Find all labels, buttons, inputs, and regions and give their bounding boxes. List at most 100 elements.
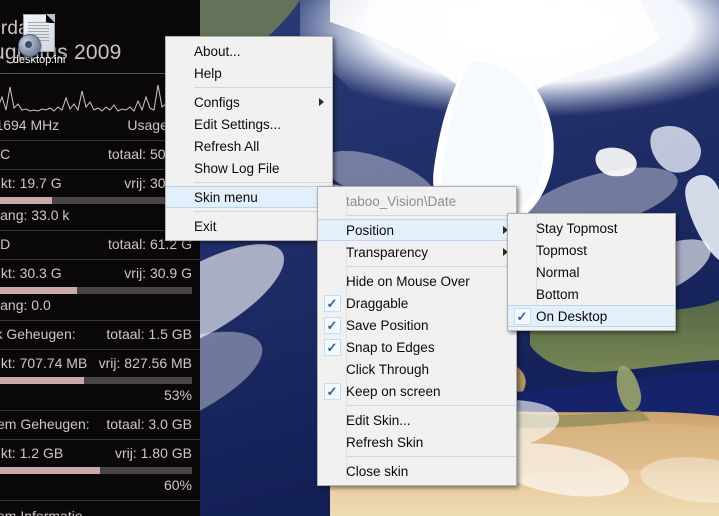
menu-item-draggable[interactable]: ✓ Draggable xyxy=(318,292,516,314)
physical-memory-bar xyxy=(0,377,192,384)
desktop-icon-desktop-ini[interactable]: desktop.ini xyxy=(2,14,76,66)
menu-item-exit[interactable]: Exit xyxy=(166,215,332,237)
system-memory-percent-row: 0% 60% xyxy=(0,475,200,497)
context-menu-main[interactable]: About... Help Configs Edit Settings... R… xyxy=(165,36,333,241)
menu-gutter xyxy=(508,239,536,261)
divider xyxy=(0,259,200,260)
disk-c-bar xyxy=(0,197,192,204)
menu-item-click-through[interactable]: Click Through xyxy=(318,358,516,380)
menu-item-snap-to-edges[interactable]: ✓ Snap to Edges xyxy=(318,336,516,358)
menu-separator xyxy=(346,405,516,406)
disk-d-transfer-row: Overgang: 0.0 xyxy=(0,295,200,317)
cpu-label: CPU 1694 MHz xyxy=(0,117,60,133)
menu-gutter xyxy=(318,431,346,453)
menu-item-label: Refresh Skin xyxy=(346,434,424,450)
context-menu-position[interactable]: Stay Topmost Topmost Normal Bottom ✓ On … xyxy=(507,213,676,331)
physical-memory-title: Fysiek Geheugen: xyxy=(0,326,76,342)
menu-item-label: Configs xyxy=(194,94,240,110)
physical-memory-total: totaal: 1.5 GB xyxy=(106,326,192,342)
physical-memory-percent-row: 0% 53% xyxy=(0,385,200,407)
disk-c-name: Schijf C xyxy=(0,146,11,162)
menu-gutter xyxy=(318,220,346,240)
context-menu-skin[interactable]: taboo_Vision\Date Position Transparency … xyxy=(317,186,517,486)
system-memory-percent: 60% xyxy=(163,477,192,493)
menu-gutter: ✓ xyxy=(318,336,346,358)
menu-item-label: Draggable xyxy=(346,295,409,311)
menu-item-label: Show Log File xyxy=(194,160,280,176)
menu-item-help[interactable]: Help xyxy=(166,62,332,84)
checkmark-icon: ✓ xyxy=(323,382,341,400)
menu-item-save-position[interactable]: ✓ Save Position xyxy=(318,314,516,336)
menu-item-label: taboo_Vision\Date xyxy=(346,193,457,209)
menu-item-label: Refresh All xyxy=(194,138,260,154)
system-info-title: Systeem Informatie xyxy=(0,508,83,516)
checkmark-icon: ✓ xyxy=(323,294,341,312)
system-memory-title: Systeem Geheugen: xyxy=(0,416,90,432)
menu-item-topmost[interactable]: Topmost xyxy=(508,239,675,261)
menu-item-show-log-file[interactable]: Show Log File xyxy=(166,157,332,179)
menu-gutter xyxy=(166,157,194,179)
desktop-screen: Zaterdag 1 Augustus 2009 CPU 1694 MHz Us… xyxy=(0,0,719,516)
menu-item-configs[interactable]: Configs xyxy=(166,91,332,113)
menu-item-label: Edit Settings... xyxy=(194,116,282,132)
menu-item-edit-settings[interactable]: Edit Settings... xyxy=(166,113,332,135)
physical-memory-percent: 53% xyxy=(163,387,192,403)
menu-item-label: Hide on Mouse Over xyxy=(346,273,470,289)
menu-separator xyxy=(194,87,332,88)
disk-d-free: vrij: 30.9 G xyxy=(124,265,192,281)
menu-item-edit-skin[interactable]: Edit Skin... xyxy=(318,409,516,431)
system-memory-bar xyxy=(0,467,192,474)
menu-item-normal[interactable]: Normal xyxy=(508,261,675,283)
menu-gutter xyxy=(318,270,346,292)
menu-item-refresh-all[interactable]: Refresh All xyxy=(166,135,332,157)
menu-gutter xyxy=(508,261,536,283)
menu-gutter: ✓ xyxy=(318,292,346,314)
menu-item-label: On Desktop xyxy=(536,308,608,324)
disk-d-used: gebruikt: 30.3 G xyxy=(0,265,62,281)
menu-item-label: Bottom xyxy=(536,286,579,302)
menu-item-label: Position xyxy=(346,222,395,238)
menu-gutter xyxy=(166,135,194,157)
menu-item-bottom[interactable]: Bottom xyxy=(508,283,675,305)
menu-gutter xyxy=(318,358,346,380)
menu-separator xyxy=(346,215,516,216)
menu-item-keep-on-screen[interactable]: ✓ Keep on screen xyxy=(318,380,516,402)
disk-d-bar xyxy=(0,287,192,294)
menu-item-on-desktop[interactable]: ✓ On Desktop xyxy=(508,305,675,327)
menu-item-label: Close skin xyxy=(346,463,409,479)
menu-item-hide-on-mouse-over[interactable]: Hide on Mouse Over xyxy=(318,270,516,292)
disk-d-name: Schijf D xyxy=(0,236,11,252)
divider xyxy=(0,320,200,321)
menu-gutter: ✓ xyxy=(318,380,346,402)
menu-item-stay-topmost[interactable]: Stay Topmost xyxy=(508,217,675,239)
menu-item-label: Stay Topmost xyxy=(536,220,618,236)
physical-memory-header-row: Fysiek Geheugen: totaal: 1.5 GB xyxy=(0,324,200,346)
disk-c-used: gebruikt: 19.7 G xyxy=(0,175,62,191)
menu-item-about[interactable]: About... xyxy=(166,40,332,62)
menu-item-skin-menu[interactable]: Skin menu xyxy=(166,186,332,208)
menu-item-close-skin[interactable]: Close skin xyxy=(318,460,516,482)
disk-d-usage-row: gebruikt: 30.3 G vrij: 30.9 G xyxy=(0,263,200,285)
checkmark-icon: ✓ xyxy=(323,338,341,356)
menu-gutter xyxy=(166,113,194,135)
menu-gutter xyxy=(508,217,536,239)
checkmark-icon: ✓ xyxy=(513,307,531,325)
physical-memory-used: gebruikt: 707.74 MB xyxy=(0,355,88,371)
menu-separator xyxy=(194,211,332,212)
disk-d-transfer: Overgang: 0.0 xyxy=(0,297,51,313)
menu-gutter xyxy=(166,62,194,84)
menu-item-label: Skin menu xyxy=(194,189,258,205)
menu-item-refresh-skin[interactable]: Refresh Skin xyxy=(318,431,516,453)
divider xyxy=(0,349,200,350)
menu-item-label: Click Through xyxy=(346,361,430,377)
document-gear-icon xyxy=(18,14,55,57)
physical-memory-usage-row: gebruikt: 707.74 MB vrij: 827.56 MB xyxy=(0,353,200,375)
divider xyxy=(0,410,200,411)
menu-gutter xyxy=(166,187,194,207)
system-memory-free: vrij: 1.80 GB xyxy=(114,445,192,461)
menu-separator xyxy=(346,266,516,267)
menu-item-position[interactable]: Position xyxy=(318,219,516,241)
menu-item-transparency[interactable]: Transparency xyxy=(318,241,516,263)
divider xyxy=(0,500,200,501)
menu-gutter xyxy=(166,40,194,62)
